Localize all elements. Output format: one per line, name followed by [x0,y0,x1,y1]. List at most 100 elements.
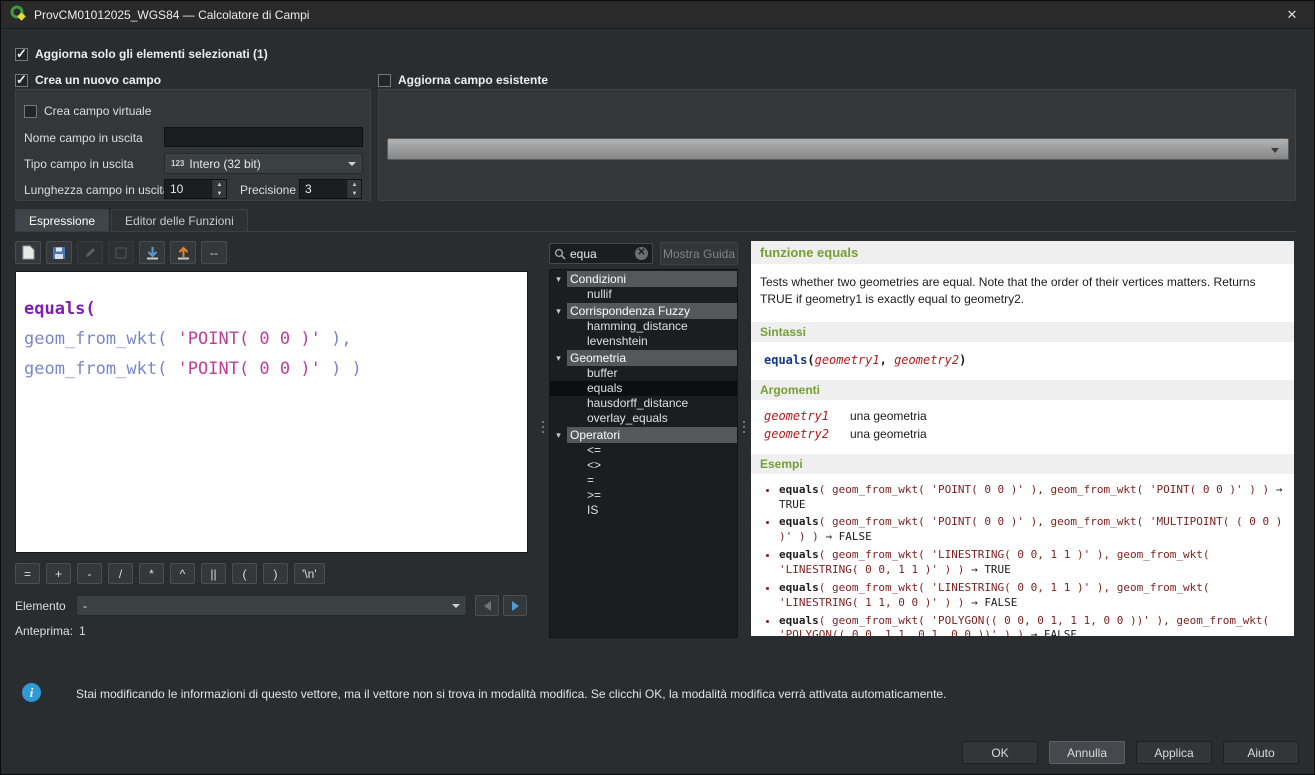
expression-editor[interactable]: equals(geom_from_wkt( 'POINT( 0 0 )' ),g… [15,271,528,553]
close-icon[interactable]: ✕ [1279,7,1305,23]
output-length-spinner[interactable]: 10 ▲▼ [164,179,227,199]
operator-button[interactable]: ^ [170,563,195,584]
save-expression-button[interactable] [46,241,72,264]
info-icon: i [22,683,41,702]
example-item: equals( geom_from_wkt( 'POINT( 0 0 )' ),… [779,483,1286,513]
function-item[interactable]: equals [550,381,737,396]
create-new-field-checkbox[interactable]: Crea un nuovo campo [15,73,161,87]
function-item[interactable]: <= [550,443,737,458]
function-search-box: ✕ [549,243,653,264]
tab-bar: Espressione Editor delle Funzioni [15,209,250,232]
splitter-handle-right[interactable] [741,421,747,433]
applica-button[interactable]: Applica [1136,741,1212,764]
function-item[interactable]: <> [550,458,737,473]
aiuto-button[interactable]: Aiuto [1223,741,1299,764]
example-segment: → [964,596,984,609]
export-expressions-button[interactable] [170,241,196,264]
function-item[interactable]: nullif [550,287,737,302]
update-selected-only-checkbox[interactable]: Aggiorna solo gli elementi selezionati (… [15,47,268,61]
preview-label: Anteprima: [15,624,73,638]
example-segment: FALSE [984,596,1017,609]
next-feature-button[interactable] [503,595,527,616]
import-down-arrow-icon [146,246,159,260]
dash-button[interactable]: -- [201,241,227,264]
tab-underline [15,231,1296,232]
operator-button[interactable]: '\n' [294,563,325,584]
spinner-arrows-icon[interactable]: ▲▼ [212,180,226,198]
example-segment: equals [779,614,819,627]
expand-arrow-icon[interactable]: ▾ [550,430,567,441]
function-item[interactable]: overlay_equals [550,411,737,426]
preview-row: Anteprima: 1 [15,624,86,638]
update-existing-field-checkbox[interactable]: Aggiorna campo esistente [378,73,548,87]
code-token: geom_from_wkt [24,359,157,379]
precision-label: Precisione [240,183,296,197]
existing-field-group [378,89,1296,201]
output-name-input[interactable] [164,127,363,147]
example-segment: FALSE [1044,628,1077,636]
annulla-button[interactable]: Annulla [1049,741,1125,764]
code-token: ) ) [321,359,362,379]
ok-button[interactable]: OK [962,741,1038,764]
code-token: 'POINT( 0 0 )' [178,359,321,379]
operator-button[interactable]: + [46,563,71,584]
field-calculator-dialog: ProvCM01012025_WGS84 — Calcolatore di Ca… [0,0,1315,775]
pencil-icon [84,246,97,259]
function-group[interactable]: ▾Corrispondenza Fuzzy [550,303,737,319]
example-segment: → [1024,628,1044,636]
import-expressions-button[interactable] [139,241,165,264]
new-expression-button[interactable] [15,241,41,264]
function-item[interactable]: hausdorff_distance [550,396,737,411]
help-title: funzione equals [751,241,1294,264]
operator-button[interactable]: = [15,563,40,584]
checkbox-indicator [378,74,391,87]
syntax-paren: ) [959,353,966,367]
new-field-group: Crea campo virtuale Nome campo in uscita… [15,89,371,201]
operator-button[interactable]: / [108,563,133,584]
code-token: ( [85,299,95,319]
virtual-field-checkbox[interactable]: Crea campo virtuale [24,104,151,118]
function-item[interactable]: = [550,473,737,488]
previous-feature-button[interactable] [475,595,499,616]
function-search-input[interactable] [570,247,631,261]
function-group[interactable]: ▾Condizioni [550,271,737,287]
function-item[interactable]: >= [550,488,737,503]
function-item[interactable]: hamming_distance [550,319,737,334]
checkbox-label: Aggiorna campo esistente [398,73,548,87]
splitter-handle-left[interactable] [540,421,546,433]
clear-search-icon[interactable]: ✕ [635,247,648,260]
operator-button[interactable]: - [77,563,102,584]
expand-arrow-icon[interactable]: ▾ [550,353,567,364]
operator-button[interactable]: ( [232,563,257,584]
elemento-combo[interactable]: - [76,595,467,616]
output-type-combo[interactable]: 123 Intero (32 bit) [164,153,363,174]
argument-row: geometry1una geometria [764,409,1286,423]
operator-button[interactable]: || [201,563,226,584]
function-item[interactable]: levenshtein [550,334,737,349]
show-help-button[interactable]: Mostra Guida [660,242,738,265]
delete-expression-button[interactable] [108,241,134,264]
spinner-arrows-icon[interactable]: ▲▼ [347,180,361,198]
function-item[interactable]: IS [550,503,737,518]
function-item[interactable]: buffer [550,366,737,381]
tab-espressione[interactable]: Espressione [15,209,109,232]
syntax-heading: Sintassi [751,322,1294,342]
function-tree: ▾Condizioninullif▾Corrispondenza Fuzzyha… [549,269,738,638]
expression-code: equals(geom_from_wkt( 'POINT( 0 0 )' ),g… [16,272,527,384]
tab-editor-funzioni[interactable]: Editor delle Funzioni [111,209,248,232]
titlebar: ProvCM01012025_WGS84 — Calcolatore di Ca… [1,1,1314,29]
expand-arrow-icon[interactable]: ▾ [550,274,567,285]
expand-arrow-icon[interactable]: ▾ [550,306,567,317]
operator-button[interactable]: ) [263,563,288,584]
operator-button[interactable]: * [139,563,164,584]
code-token: geom_from_wkt [24,329,157,349]
function-group-label: Corrispondenza Fuzzy [567,303,737,319]
example-segment: → [964,563,984,576]
function-group[interactable]: ▾Geometria [550,350,737,366]
argument-description: una geometria [850,409,927,423]
edit-expression-button[interactable] [77,241,103,264]
function-group[interactable]: ▾Operatori [550,427,737,443]
precision-spinner[interactable]: 3 ▲▼ [299,179,362,199]
example-segment: equals [779,548,819,561]
expression-toolbar: -- [15,241,227,264]
